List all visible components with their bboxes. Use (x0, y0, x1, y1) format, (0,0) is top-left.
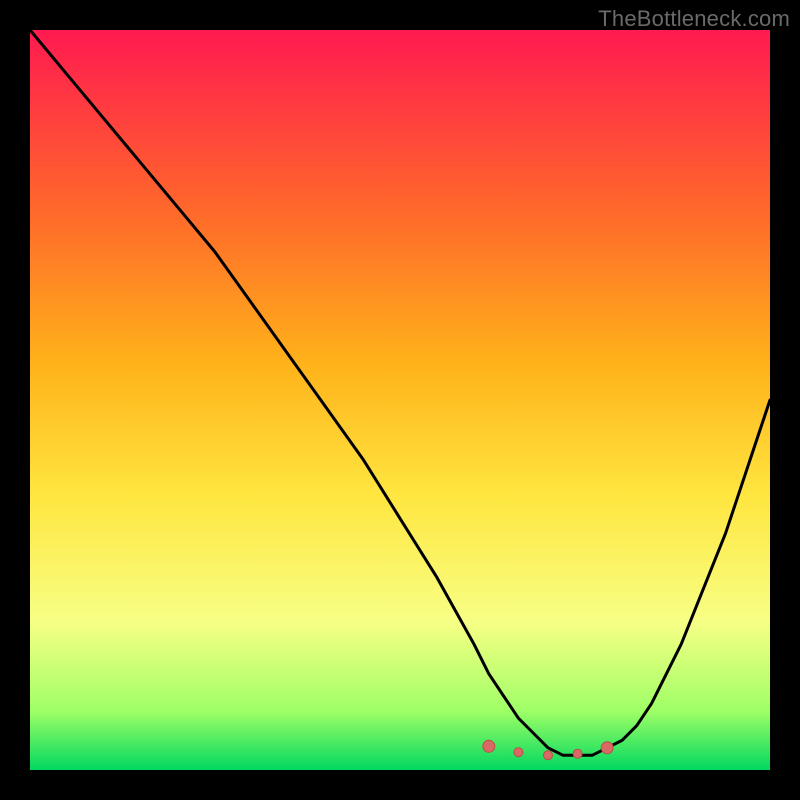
optimal-marker (483, 740, 495, 752)
gradient-panel (30, 30, 770, 770)
optimal-marker (573, 749, 582, 758)
watermark-text: TheBottleneck.com (598, 6, 790, 32)
bottleneck-plot (0, 0, 800, 800)
optimal-marker (514, 748, 523, 757)
optimal-marker (544, 751, 553, 760)
optimal-marker (601, 742, 613, 754)
chart-container: TheBottleneck.com (0, 0, 800, 800)
